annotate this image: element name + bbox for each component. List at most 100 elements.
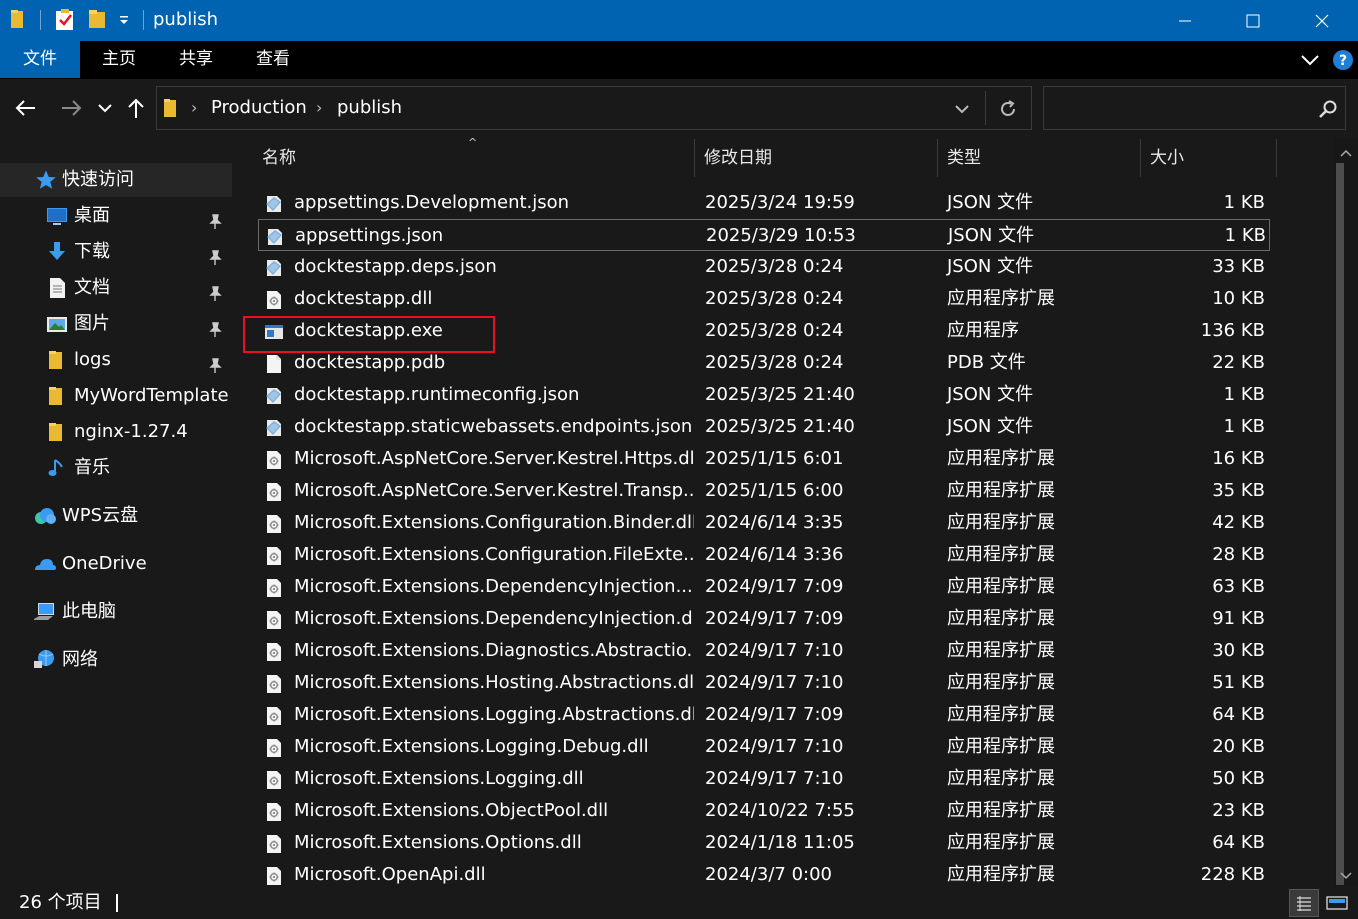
- column-divider[interactable]: [694, 139, 695, 177]
- minimize-button[interactable]: [1149, 0, 1221, 41]
- file-type: JSON 文件: [947, 192, 1034, 213]
- file-row[interactable]: docktestapp.pdb 2025/3/28 0:24 PDB 文件 22 KB: [258, 347, 1270, 379]
- vertical-scrollbar[interactable]: [1334, 139, 1358, 886]
- file-row[interactable]: Microsoft.Extensions.Configuration.FileE…: [258, 539, 1270, 571]
- file-row[interactable]: docktestapp.staticwebassets.endpoints.js…: [258, 411, 1270, 443]
- column-divider[interactable]: [937, 139, 938, 177]
- sidebar-item-wps-cloud[interactable]: WPS云盘: [0, 499, 232, 533]
- exe-file-icon: [264, 321, 284, 341]
- large-icons-view-button[interactable]: [1322, 889, 1352, 917]
- sidebar-item-network[interactable]: 网络: [0, 643, 232, 677]
- column-header-name[interactable]: 名称: [262, 139, 692, 177]
- back-button[interactable]: [12, 93, 40, 123]
- sidebar-item-onedrive[interactable]: OneDrive: [0, 547, 232, 581]
- dll-file-icon: [264, 673, 284, 693]
- up-button[interactable]: [124, 93, 148, 123]
- document-icon: [46, 277, 68, 299]
- column-divider[interactable]: [1276, 139, 1277, 177]
- dll-file-icon: [264, 705, 284, 725]
- new-folder-icon[interactable]: [88, 8, 108, 32]
- file-row[interactable]: Microsoft.Extensions.Options.dll 2024/1/1…: [258, 827, 1270, 859]
- properties-icon[interactable]: [54, 8, 76, 32]
- search-input[interactable]: [1052, 97, 1302, 121]
- close-button[interactable]: [1286, 0, 1358, 41]
- network-icon: [33, 649, 55, 671]
- file-modified-date: 2025/1/15 6:00: [705, 480, 844, 501]
- breadcrumb-separator-icon[interactable]: ›: [316, 97, 322, 119]
- column-divider[interactable]: [1140, 139, 1141, 177]
- file-modified-date: 2024/9/17 7:10: [705, 640, 844, 661]
- file-row[interactable]: docktestapp.deps.json 2025/3/28 0:24 JSON …: [258, 251, 1270, 283]
- tab-file[interactable]: 文件: [0, 41, 80, 78]
- dll-file-icon: [264, 545, 284, 565]
- expand-ribbon-icon[interactable]: [1300, 52, 1320, 71]
- file-size: 63 KB: [1212, 576, 1265, 597]
- file-name: Microsoft.AspNetCore.Server.Kestrel.Tran…: [294, 480, 694, 501]
- address-dropdown-button[interactable]: [947, 96, 977, 122]
- column-header-type[interactable]: 类型: [947, 139, 1137, 177]
- details-view-button[interactable]: [1289, 889, 1319, 917]
- sidebar-item-mywordtemplate[interactable]: MyWordTemplate: [0, 379, 232, 413]
- file-modified-date: 2024/6/14 3:35: [705, 512, 844, 533]
- dll-file-icon: [264, 833, 284, 853]
- file-row[interactable]: Microsoft.AspNetCore.Server.Kestrel.Http…: [258, 443, 1270, 475]
- tab-home[interactable]: 主页: [84, 41, 154, 78]
- forward-button[interactable]: [57, 93, 85, 123]
- breadcrumb-separator-icon[interactable]: ›: [191, 97, 197, 119]
- file-row[interactable]: docktestapp.dll 2025/3/28 0:24 应用程序扩展 10 KB: [258, 283, 1270, 315]
- sidebar-item-label: OneDrive: [62, 553, 147, 574]
- sidebar-item-label: 图片: [74, 313, 110, 334]
- file-row[interactable]: appsettings.Development.json 2025/3/24 19…: [258, 187, 1270, 219]
- file-type: 应用程序扩展: [947, 288, 1055, 309]
- file-size: 1 KB: [1224, 225, 1266, 246]
- search-box[interactable]: [1043, 86, 1346, 130]
- sidebar-item-nginx[interactable]: nginx-1.27.4: [0, 415, 232, 449]
- tab-share[interactable]: 共享: [161, 41, 231, 78]
- sidebar-item-pictures[interactable]: 图片: [0, 307, 232, 341]
- file-size: 1 KB: [1223, 416, 1265, 437]
- scroll-down-icon[interactable]: [1334, 868, 1358, 884]
- file-row[interactable]: Microsoft.Extensions.ObjectPool.dll 2024/…: [258, 795, 1270, 827]
- sidebar-item-logs[interactable]: logs: [0, 343, 232, 377]
- breadcrumb-publish[interactable]: publish: [337, 96, 402, 120]
- sidebar-item-this-pc[interactable]: 此电脑: [0, 595, 232, 629]
- breadcrumb-production[interactable]: Production: [211, 96, 307, 120]
- file-row[interactable]: Microsoft.AspNetCore.Server.Kestrel.Tran…: [258, 475, 1270, 507]
- column-header-date[interactable]: 修改日期: [704, 139, 934, 177]
- refresh-button[interactable]: [993, 96, 1023, 122]
- sidebar-item-music[interactable]: 音乐: [0, 451, 232, 485]
- scroll-up-icon[interactable]: [1334, 145, 1358, 161]
- file-row[interactable]: Microsoft.Extensions.DependencyInjection…: [258, 571, 1270, 603]
- customize-quick-access-icon[interactable]: [118, 12, 130, 36]
- file-name: Microsoft.Extensions.ObjectPool.dll: [294, 800, 609, 821]
- help-icon[interactable]: ?: [1332, 49, 1354, 75]
- file-size: 42 KB: [1212, 512, 1265, 533]
- column-header-size[interactable]: 大小: [1150, 139, 1270, 177]
- address-bar[interactable]: › Production › publish: [156, 86, 1032, 130]
- blank-file-icon: [264, 353, 284, 373]
- file-row[interactable]: docktestapp.exe 2025/3/28 0:24 应用程序 136 KB: [258, 315, 1270, 347]
- file-row[interactable]: Microsoft.Extensions.Diagnostics.Abstrac…: [258, 635, 1270, 667]
- recent-locations-button[interactable]: [94, 93, 116, 123]
- file-modified-date: 2025/3/24 19:59: [705, 192, 855, 213]
- scrollbar-thumb[interactable]: [1336, 163, 1344, 885]
- sidebar-item-downloads[interactable]: 下载: [0, 235, 232, 269]
- file-row[interactable]: Microsoft.OpenApi.dll 2024/3/7 0:00 应用程序扩展…: [258, 859, 1270, 886]
- file-name: Microsoft.Extensions.DependencyInjection…: [294, 608, 694, 629]
- search-icon[interactable]: [1318, 99, 1338, 123]
- tab-view[interactable]: 查看: [238, 41, 308, 78]
- file-row[interactable]: Microsoft.Extensions.Logging.Abstraction…: [258, 699, 1270, 731]
- file-modified-date: 2024/1/18 11:05: [705, 832, 855, 853]
- file-row[interactable]: Microsoft.Extensions.Logging.dll 2024/9/1…: [258, 763, 1270, 795]
- file-row[interactable]: Microsoft.Extensions.Hosting.Abstraction…: [258, 667, 1270, 699]
- sidebar-item-documents[interactable]: 文档: [0, 271, 232, 305]
- maximize-button[interactable]: [1217, 0, 1289, 41]
- file-row[interactable]: appsettings.json 2025/3/29 10:53 JSON 文件 1 …: [258, 219, 1270, 251]
- file-row[interactable]: Microsoft.Extensions.Logging.Debug.dll 20…: [258, 731, 1270, 763]
- file-row[interactable]: Microsoft.Extensions.DependencyInjection…: [258, 603, 1270, 635]
- file-row[interactable]: docktestapp.runtimeconfig.json 2025/3/25 …: [258, 379, 1270, 411]
- file-row[interactable]: Microsoft.Extensions.Configuration.Binde…: [258, 507, 1270, 539]
- file-size: 64 KB: [1212, 704, 1265, 725]
- sidebar-item-desktop[interactable]: 桌面: [0, 199, 232, 233]
- sidebar-item-quick-access[interactable]: 快速访问: [0, 163, 232, 197]
